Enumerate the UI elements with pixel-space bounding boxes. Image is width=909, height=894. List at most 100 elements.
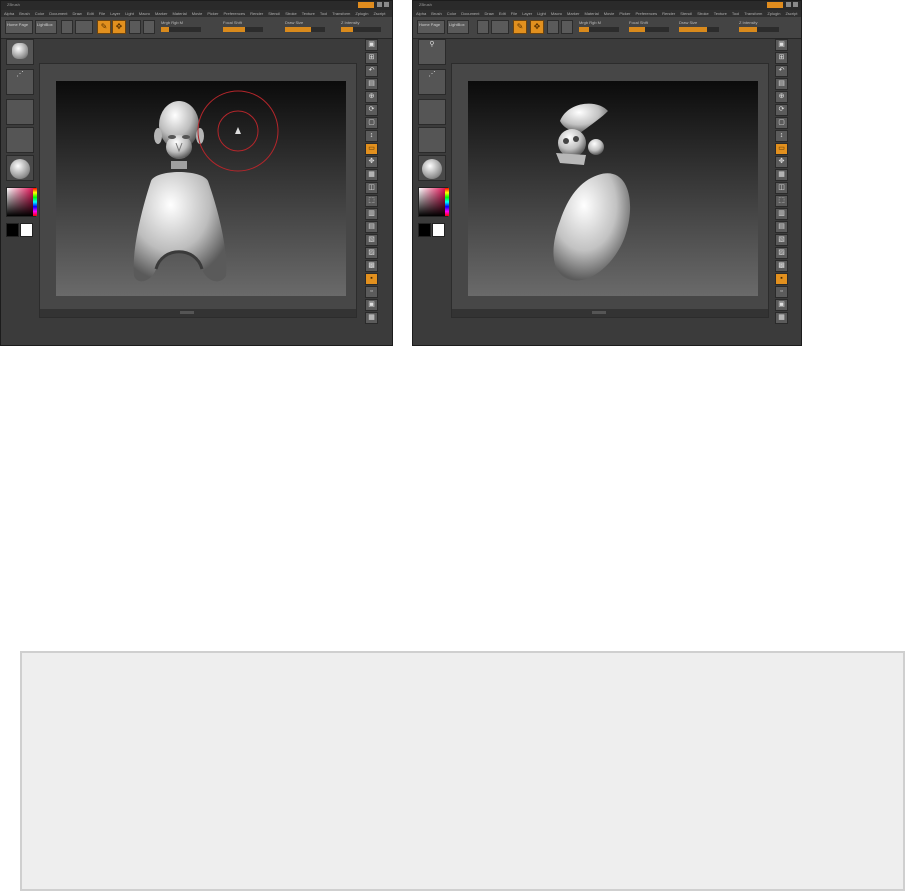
menu-item[interactable]: File <box>511 11 517 16</box>
draw-size-slider[interactable] <box>679 27 719 32</box>
3d-viewport[interactable] <box>468 81 758 296</box>
menu-item[interactable]: Tool <box>320 11 327 16</box>
shelf-tool-button[interactable]: ▪ <box>365 273 378 285</box>
shelf-tool-button[interactable]: ✥ <box>775 156 788 168</box>
main-color-swatch[interactable] <box>6 223 19 237</box>
shelf-tool-button[interactable]: ▫ <box>365 286 378 298</box>
menu-item[interactable]: Brush <box>431 11 441 16</box>
menu-item[interactable]: Picker <box>207 11 218 16</box>
secondary-color-swatch[interactable] <box>432 223 445 237</box>
rotate-button[interactable] <box>143 20 155 34</box>
head-subtool[interactable] <box>154 101 204 169</box>
menu-item[interactable]: Picker <box>619 11 630 16</box>
menu-item[interactable]: Alpha <box>416 11 426 16</box>
alpha-thumbnail[interactable] <box>6 99 34 125</box>
menu-item[interactable]: Transform <box>332 11 350 16</box>
shelf-tool-button[interactable]: ↕ <box>775 130 788 142</box>
menu-item[interactable]: Light <box>537 11 546 16</box>
shelf-tool-button[interactable]: ▨ <box>365 247 378 259</box>
shelf-tool-button[interactable]: ▤ <box>365 221 378 233</box>
menu-item[interactable]: Transform <box>744 11 762 16</box>
shelf-tool-button[interactable]: ▢ <box>365 117 378 129</box>
color-picker[interactable] <box>418 187 449 217</box>
draw-mode-button[interactable] <box>75 20 93 34</box>
hue-strip[interactable] <box>445 188 449 216</box>
edit-mode-button[interactable] <box>61 20 73 34</box>
secondary-color-swatch[interactable] <box>20 223 33 237</box>
rgb-intensity-slider[interactable] <box>161 27 201 32</box>
menu-item[interactable]: Texture <box>302 11 315 16</box>
texture-thumbnail[interactable] <box>6 127 34 153</box>
shelf-tool-button[interactable]: ⊞ <box>775 52 788 64</box>
lightbox-button[interactable]: LightBox <box>35 20 57 34</box>
menu-item[interactable]: File <box>99 11 105 16</box>
menu-item[interactable]: Macro <box>551 11 562 16</box>
menu-item[interactable]: Zscript <box>373 11 385 16</box>
rgb-intensity-slider[interactable] <box>579 27 619 32</box>
shelf-tool-button[interactable]: ⟳ <box>365 104 378 116</box>
menu-item[interactable]: Layer <box>522 11 532 16</box>
menu-item[interactable]: Edit <box>499 11 506 16</box>
color-picker[interactable] <box>6 187 37 217</box>
menu-item[interactable]: Stencil <box>268 11 280 16</box>
shelf-tool-button[interactable]: ▦ <box>365 169 378 181</box>
minimize-button[interactable] <box>377 2 382 7</box>
menu-item[interactable]: Render <box>662 11 675 16</box>
close-button[interactable] <box>793 2 798 7</box>
brush-thumbnail[interactable]: ⚲ <box>418 39 446 65</box>
menu-item[interactable]: Stencil <box>680 11 692 16</box>
menu-item[interactable]: Movie <box>604 11 615 16</box>
menu-item[interactable]: Marker <box>567 11 579 16</box>
shelf-tool-button[interactable]: ▩ <box>365 260 378 272</box>
skull-subtool[interactable] <box>556 103 608 165</box>
menu-item[interactable]: Movie <box>192 11 203 16</box>
scale-button[interactable] <box>129 20 141 34</box>
3d-viewport[interactable] <box>56 81 346 296</box>
shelf-tool-button[interactable]: ◫ <box>775 182 788 194</box>
draw-size-slider[interactable] <box>285 27 325 32</box>
shelf-tool-button[interactable]: ▪ <box>775 273 788 285</box>
shelf-tool-button[interactable]: ⟳ <box>775 104 788 116</box>
shelf-tool-button[interactable]: ▨ <box>775 247 788 259</box>
menu-item[interactable]: Texture <box>714 11 727 16</box>
torso-subtool[interactable] <box>133 172 227 282</box>
close-button[interactable] <box>384 2 389 7</box>
shelf-tool-button[interactable]: ▦ <box>775 312 788 324</box>
shelf-tool-button[interactable]: ▤ <box>775 221 788 233</box>
shelf-tool-button[interactable]: ▤ <box>365 78 378 90</box>
menu-item[interactable]: Zscript <box>785 11 797 16</box>
lightbox-button[interactable]: LightBox <box>447 20 469 34</box>
menu-item[interactable]: Stroke <box>285 11 297 16</box>
move-brush-button[interactable]: ✥ <box>112 20 126 34</box>
shelf-tool-button[interactable]: ↶ <box>775 65 788 77</box>
shelf-tool-button[interactable]: ▣ <box>775 39 788 51</box>
menu-item[interactable]: Color <box>35 11 45 16</box>
home-page-button[interactable]: Home Page <box>5 20 33 34</box>
menu-item[interactable]: Preferences <box>636 11 658 16</box>
menu-item[interactable]: Marker <box>155 11 167 16</box>
shelf-tool-button[interactable]: ▣ <box>365 299 378 311</box>
shelf-tool-button[interactable]: ⊕ <box>365 91 378 103</box>
menu-item[interactable]: Zplugin <box>355 11 368 16</box>
shelf-tool-button[interactable]: ▩ <box>775 260 788 272</box>
shelf-tool-button[interactable]: ▣ <box>775 299 788 311</box>
texture-thumbnail[interactable] <box>418 127 446 153</box>
material-thumbnail[interactable] <box>418 155 446 181</box>
menu-item[interactable]: Render <box>250 11 263 16</box>
z-intensity-slider[interactable] <box>739 27 779 32</box>
menu-item[interactable]: Alpha <box>4 11 14 16</box>
shelf-tool-button[interactable]: ▭ <box>775 143 788 155</box>
menu-item[interactable]: Brush <box>19 11 29 16</box>
rotate-button[interactable] <box>561 20 573 34</box>
menu-item[interactable]: Macro <box>139 11 150 16</box>
shelf-tool-button[interactable]: ▥ <box>775 208 788 220</box>
menu-item[interactable]: Document <box>49 11 67 16</box>
shelf-tool-button[interactable]: ◫ <box>365 182 378 194</box>
edit-mode-button[interactable] <box>477 20 489 34</box>
menu-item[interactable]: Tool <box>732 11 739 16</box>
menu-item[interactable]: Stroke <box>697 11 709 16</box>
menu-item[interactable]: Draw <box>484 11 493 16</box>
shelf-handle[interactable] <box>592 311 606 314</box>
material-thumbnail[interactable] <box>6 155 34 181</box>
shelf-tool-button[interactable]: ⊕ <box>775 91 788 103</box>
